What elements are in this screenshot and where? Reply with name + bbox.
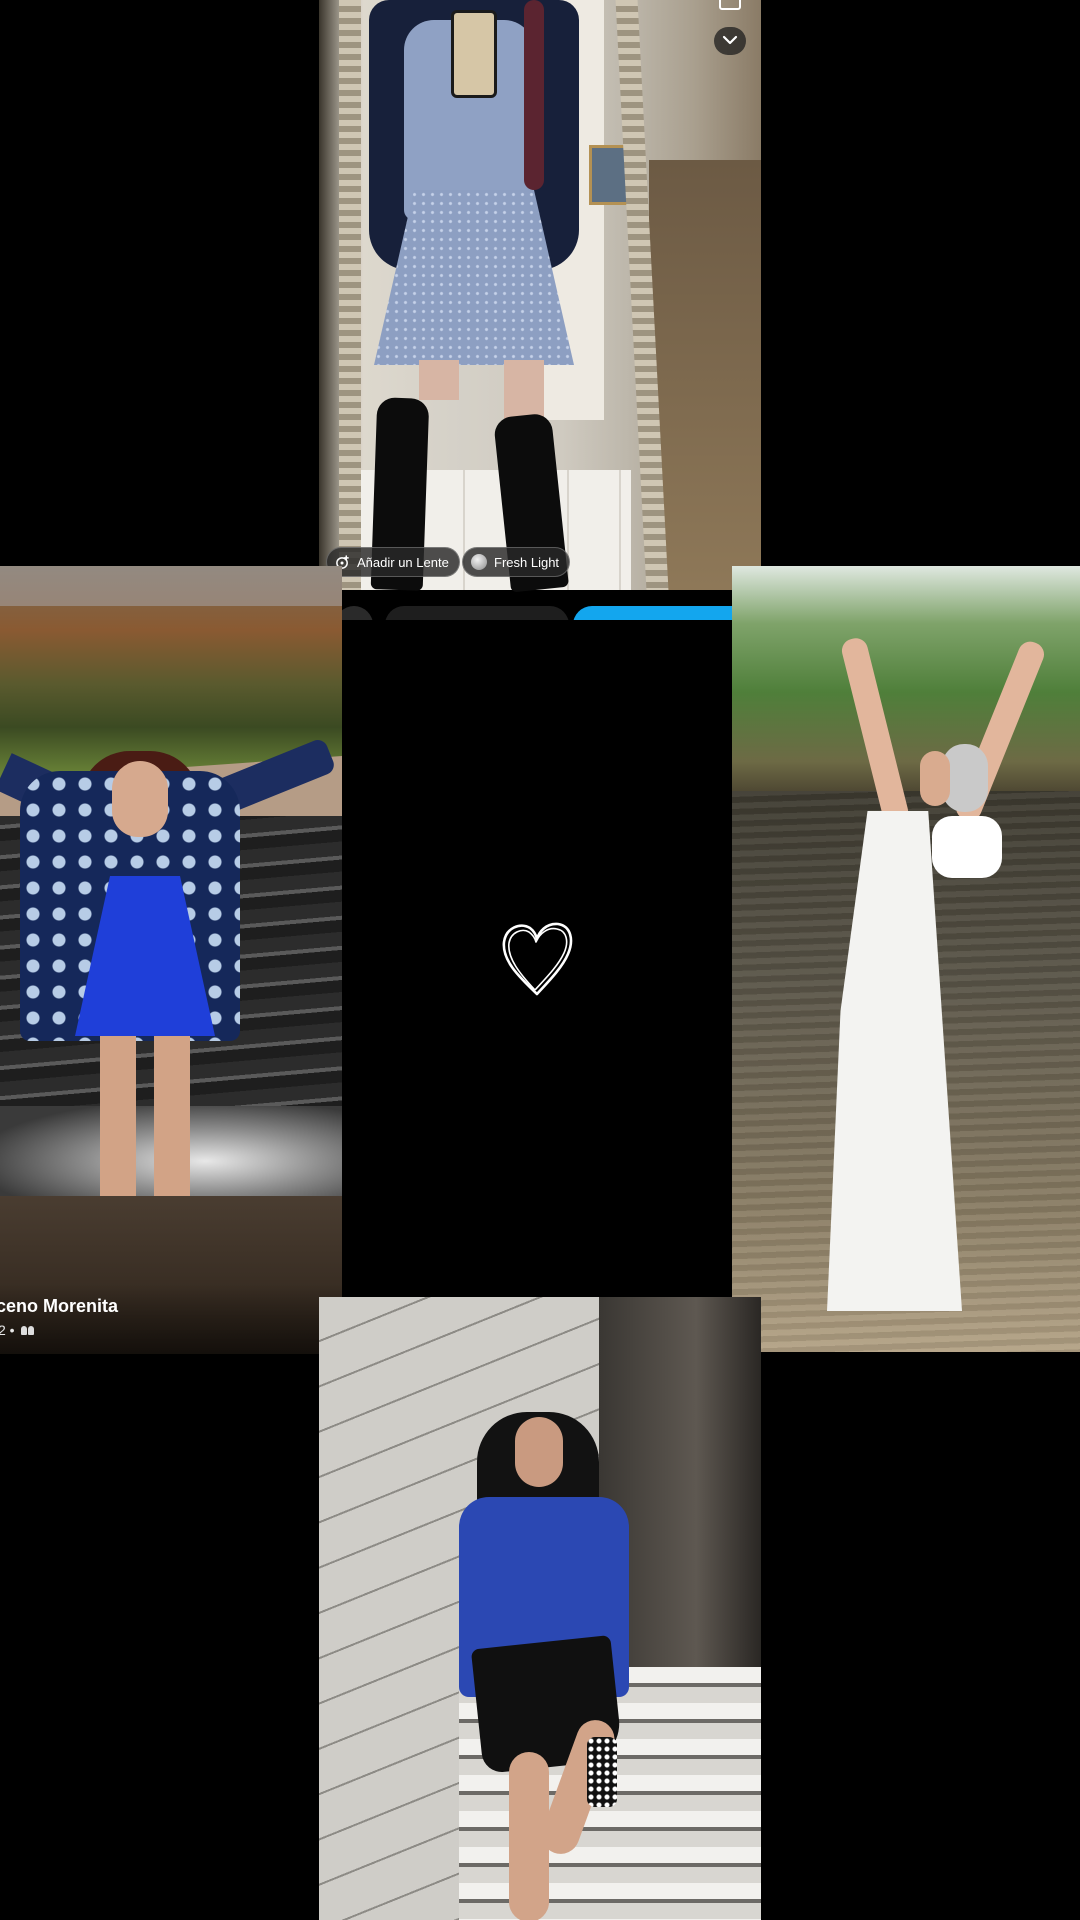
share-icon[interactable]	[719, 0, 741, 10]
sky	[0, 566, 342, 606]
leg-right	[504, 360, 544, 420]
chevron-down-icon	[722, 32, 738, 50]
face	[112, 761, 168, 837]
white-sleeve	[932, 816, 1002, 878]
mirror-selfie-photo	[319, 0, 761, 593]
right-story-photo[interactable]	[732, 566, 1080, 1352]
add-lens-label: Añadir un Lente	[357, 554, 449, 570]
polka-dot-bag	[587, 1737, 617, 1807]
send-button[interactable]	[573, 606, 755, 620]
carpet	[649, 160, 761, 590]
filter-label: Fresh Light	[494, 554, 560, 570]
phone	[451, 10, 497, 98]
caption-gradient	[0, 1284, 342, 1354]
heart-outline-icon	[498, 918, 576, 1005]
filter-chip[interactable]: Fresh Light	[462, 547, 571, 577]
legs	[100, 1036, 190, 1196]
chat-input[interactable]	[385, 606, 569, 620]
mirror-frame-left	[339, 0, 361, 590]
story-author-name[interactable]: ceno Morenita	[0, 1296, 118, 1317]
face	[515, 1417, 563, 1487]
story-meta-text: 2 •	[0, 1322, 15, 1338]
face	[920, 751, 950, 806]
story-meta: 2 •	[0, 1322, 35, 1338]
filter-swatch-icon	[471, 554, 487, 570]
add-lens-chip[interactable]: Añadir un Lente	[326, 547, 460, 577]
leg-left	[419, 360, 459, 400]
hair	[524, 0, 544, 190]
bottom-story-photo[interactable]	[319, 1297, 761, 1920]
top-snap-preview[interactable]: Añadir un Lente Fresh Light	[319, 0, 761, 620]
left-story-photo[interactable]: ceno Morenita 2 •	[0, 566, 342, 1354]
collapse-button[interactable]	[714, 27, 746, 55]
center-story-black[interactable]	[342, 620, 732, 1296]
friends-icon	[20, 1325, 35, 1335]
